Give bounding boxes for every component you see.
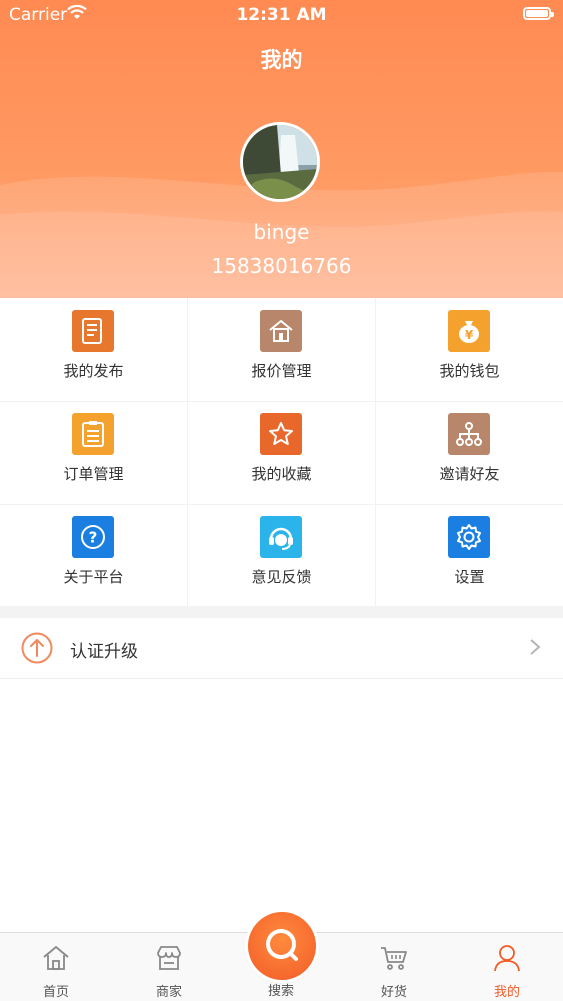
arrow-up-circle-icon	[21, 632, 53, 664]
profile-header: Carrier 12:31 AM 我的 binge 15838016766	[0, 0, 563, 298]
menu-item-label: 订单管理	[63, 465, 124, 483]
menu-item-label: 我的发布	[63, 362, 124, 380]
house-icon	[260, 310, 302, 352]
search-icon	[266, 929, 298, 961]
tab-merchants[interactable]: 商家	[113, 933, 225, 1001]
tab-label: 首页	[42, 985, 69, 1000]
chevron-right-icon	[530, 639, 541, 655]
tab-label: 商家	[155, 985, 182, 1000]
tab-search-button[interactable]	[248, 912, 316, 980]
battery-icon	[523, 7, 554, 20]
menu-item-label: 报价管理	[251, 362, 312, 380]
tab-goods[interactable]: 好货	[338, 933, 450, 1001]
certification-upgrade-row[interactable]: 认证升级	[0, 618, 563, 679]
menu-item-wallet[interactable]: ¥ 我的钱包	[376, 298, 563, 401]
menu-item-label: 关于平台	[63, 568, 124, 586]
tab-label: 好货	[380, 985, 407, 1000]
grid-divider	[375, 298, 376, 606]
menu-item-label: 意见反馈	[251, 568, 312, 586]
svg-text:¥: ¥	[465, 328, 474, 342]
cart-icon	[381, 947, 407, 970]
status-time: 12:31 AM	[236, 5, 327, 25]
menu-item-label: 设置	[454, 568, 485, 586]
gear-icon	[448, 516, 490, 558]
menu-item-label: 我的钱包	[439, 362, 500, 380]
headset-icon	[260, 516, 302, 558]
question-icon: ?	[72, 516, 114, 558]
shop-icon	[157, 946, 181, 970]
menu-item-invite-friends[interactable]: 邀请好友	[376, 401, 563, 504]
menu-item-about-platform[interactable]: ? 关于平台	[0, 504, 187, 607]
menu-item-feedback[interactable]: 意见反馈	[188, 504, 375, 607]
grid-divider	[0, 401, 563, 402]
menu-item-settings[interactable]: 设置	[376, 504, 563, 607]
menu-item-label: 邀请好友	[439, 465, 500, 483]
tab-label: 搜索	[267, 984, 294, 999]
tab-home[interactable]: 首页	[0, 933, 112, 1001]
certification-label: 认证升级	[70, 642, 138, 662]
network-icon	[448, 413, 490, 455]
page-title: 我的	[260, 48, 303, 72]
phone-number: 15838016766	[211, 254, 352, 278]
star-icon	[260, 413, 302, 455]
menu-grid: 我的发布 报价管理 ¥ 我的钱包 订单管理 我的收藏 邀请好友 ? 关于平台 意…	[0, 298, 563, 606]
avatar-image	[243, 125, 317, 199]
tab-mine[interactable]: 我的	[451, 933, 563, 1001]
avatar[interactable]	[240, 122, 320, 202]
home-icon	[43, 945, 69, 970]
svg-text:?: ?	[89, 529, 98, 547]
menu-item-label: 我的收藏	[251, 465, 312, 483]
grid-divider	[187, 298, 188, 606]
menu-item-quote-management[interactable]: 报价管理	[188, 298, 375, 401]
grid-divider	[0, 504, 563, 505]
section-gap	[0, 606, 563, 618]
menu-item-orders[interactable]: 订单管理	[0, 401, 187, 504]
username: binge	[253, 220, 310, 244]
money-bag-icon: ¥	[448, 310, 490, 352]
tab-label: 我的	[493, 985, 520, 1000]
menu-item-my-posts[interactable]: 我的发布	[0, 298, 187, 401]
document-list-icon	[72, 310, 114, 352]
person-icon	[494, 945, 520, 972]
menu-item-favorites[interactable]: 我的收藏	[188, 401, 375, 504]
status-bar: Carrier 12:31 AM	[0, 0, 563, 30]
clipboard-icon	[72, 413, 114, 455]
